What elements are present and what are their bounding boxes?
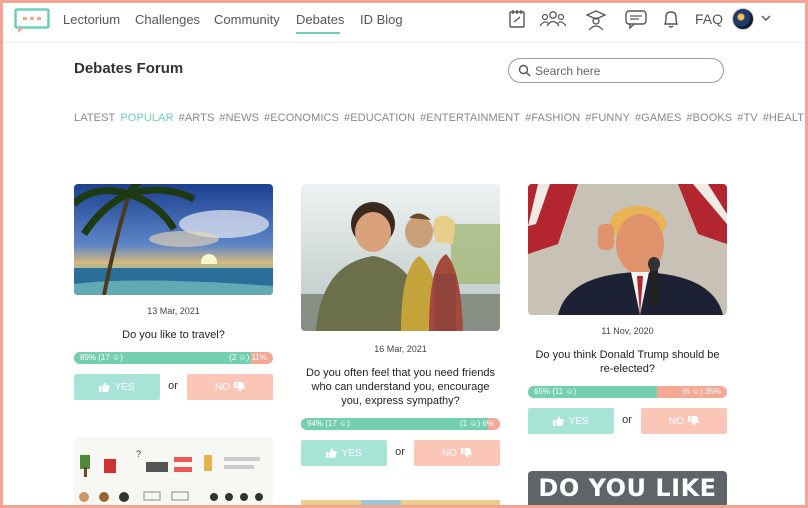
thumbs-down-icon [688,416,699,426]
no-percent: (6 ☺) 35% [682,387,721,396]
thumbs-up-icon [99,382,111,392]
nav-challenges[interactable]: Challenges [135,12,200,27]
vote-bar: 89% (17 ☺) (2 ☺) 11% [74,352,273,364]
vote-bar: 65% (11 ☺) (6 ☺) 35% [528,386,727,398]
tag-news[interactable]: #NEWS [219,112,259,124]
search-box[interactable] [508,58,724,83]
or-separator: or [395,446,405,458]
vote-bar: 94% (17 ☺) (1 ☺) 6% [301,418,500,430]
vote-no-button[interactable]: NO [414,440,500,466]
thumbs-up-icon [553,416,565,426]
or-separator: or [168,380,178,392]
tag-arts[interactable]: #ARTS [179,112,215,124]
debate-date: 11 Nov, 2020 [601,326,654,336]
tag-health[interactable]: #HEALTH [763,112,805,124]
logo-icon[interactable] [14,8,50,34]
page-title: Debates Forum [74,60,184,77]
or-separator: or [622,414,632,426]
debate-image-friends[interactable] [301,184,500,331]
nav-community[interactable]: Community [214,12,280,27]
tag-funny[interactable]: #FUNNY [585,112,630,124]
chat-icon[interactable] [624,9,648,29]
search-icon [518,64,531,77]
thumbs-down-icon [234,382,245,392]
thumbs-up-icon [326,448,338,458]
yes-percent: 89% (17 ☺) [80,353,123,362]
tag-tv[interactable]: #TV [737,112,757,124]
debate-image-infographic[interactable]: ? [74,437,273,505]
debate-date: 13 Mar, 2021 [147,306,200,316]
tag-fashion[interactable]: #FASHION [525,112,580,124]
vote-yes-button[interactable]: YES [301,440,387,466]
debate-card[interactable]: 16 Mar, 2021 Do you often feel that you … [301,184,500,484]
debate-card[interactable]: 11 Nov, 2020 Do you think Donald Trump s… [528,184,727,444]
debate-image-politician[interactable] [528,184,727,315]
no-percent: (1 ☺) 6% [460,419,494,428]
bell-icon[interactable] [662,9,680,29]
tag-entertainment[interactable]: #ENTERTAINMENT [420,112,520,124]
search-input[interactable] [535,63,715,79]
tag-filter-list: LATEST POPULAR #ARTS #NEWS #ECONOMICS #EDUCAT… [74,107,805,129]
debate-question[interactable]: Do you like to travel? [74,328,273,342]
tag-popular[interactable]: POPULAR [120,112,173,124]
graduation-icon[interactable] [585,9,607,31]
vote-yes-button[interactable]: YES [528,408,614,434]
page-frame: Lectorium Challenges Community Debates I… [3,3,805,505]
debate-date: 16 Mar, 2021 [374,344,427,354]
tag-education[interactable]: #EDUCATION [344,112,415,124]
chevron-down-icon[interactable] [760,14,772,22]
notebook-icon[interactable] [508,9,526,29]
tag-books[interactable]: #BOOKS [686,112,732,124]
yes-percent: 65% (11 ☺) [534,387,577,396]
community-icon[interactable] [539,9,567,29]
yes-percent: 94% (17 ☺) [307,419,350,428]
vote-yes-button[interactable]: YES [74,374,160,400]
nav-id-blog[interactable]: ID Blog [360,12,403,27]
top-navbar: Lectorium Challenges Community Debates I… [3,3,805,43]
nav-debates[interactable]: Debates [296,12,344,27]
debate-image-partial[interactable] [301,500,500,505]
debate-question[interactable]: Do you think Donald Trump should be re-e… [528,348,727,376]
nav-lectorium[interactable]: Lectorium [63,12,120,27]
tag-games[interactable]: #GAMES [635,112,681,124]
debate-image-banner[interactable]: DO YOU LIKE [528,471,727,505]
faq-link[interactable]: FAQ [695,11,723,27]
vote-no-button[interactable]: NO [641,408,727,434]
svg-text:?: ? [136,449,141,459]
nav-active-underline [296,32,340,34]
debate-image-beach[interactable] [74,184,273,295]
thumbs-down-icon [461,448,472,458]
tag-economics[interactable]: #ECONOMICS [264,112,339,124]
user-avatar[interactable] [732,8,754,30]
vote-no-button[interactable]: NO [187,374,273,400]
tag-latest[interactable]: LATEST [74,112,115,124]
banner-text: DO YOU LIKE [538,474,717,502]
debate-card[interactable]: 13 Mar, 2021 Do you like to travel? 89% … [74,184,273,424]
no-percent: (2 ☺) 11% [229,353,267,362]
debate-question[interactable]: Do you often feel that you need friends … [301,366,500,408]
